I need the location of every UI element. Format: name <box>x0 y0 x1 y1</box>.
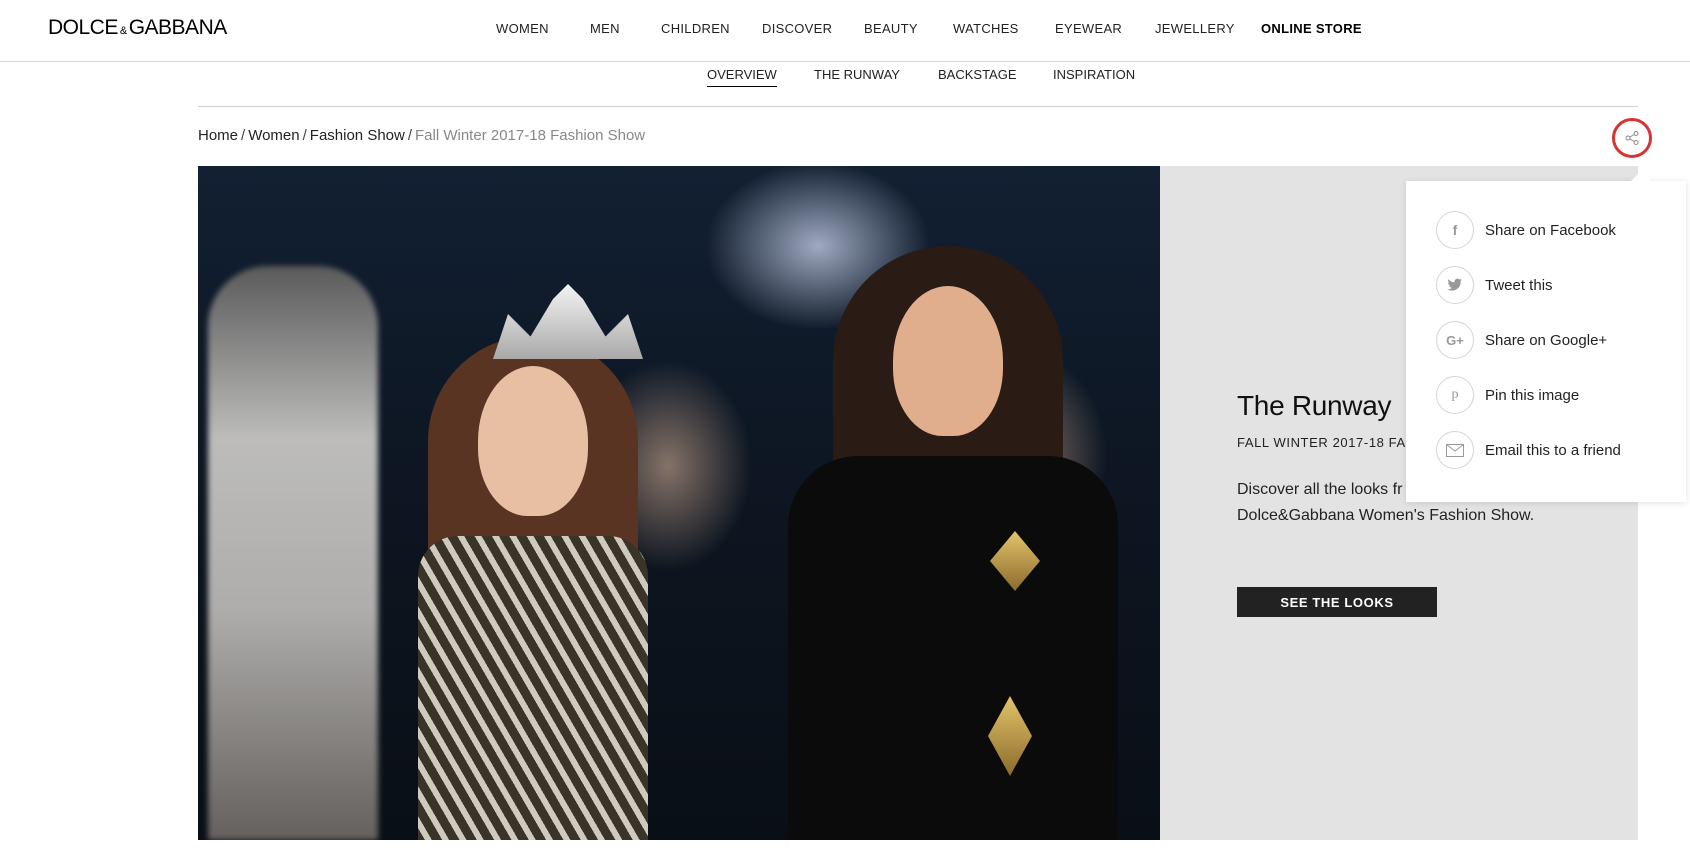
share-email-label: Email this to a friend <box>1485 441 1621 459</box>
model-face <box>478 366 588 516</box>
runway-subtitle: FALL WINTER 2017-18 FAS <box>1237 435 1407 450</box>
nav-item-discover[interactable]: DISCOVER <box>762 21 832 36</box>
tab-overview[interactable]: OVERVIEW <box>707 67 777 87</box>
model-right-figure <box>758 226 1138 840</box>
breadcrumb-separator: / <box>407 127 413 144</box>
share-icon <box>1625 131 1639 145</box>
nav-item-watches[interactable]: WATCHES <box>953 21 1019 36</box>
tab-the-runway[interactable]: THE RUNWAY <box>814 67 900 86</box>
see-the-looks-button[interactable]: SEE THE LOOKS <box>1237 587 1437 617</box>
share-facebook-label: Share on Facebook <box>1485 221 1616 239</box>
breadcrumb-separator: / <box>302 127 307 144</box>
twitter-icon <box>1436 266 1474 304</box>
tab-backstage[interactable]: BACKSTAGE <box>938 67 1017 86</box>
nav-item-children[interactable]: CHILDREN <box>661 21 730 36</box>
tab-inspiration[interactable]: INSPIRATION <box>1053 67 1135 86</box>
pinterest-icon: p <box>1436 376 1474 414</box>
breadcrumb-current: Fall Winter 2017-18 Fashion Show <box>415 127 646 144</box>
breadcrumb-women[interactable]: Women <box>248 127 299 144</box>
share-google-button[interactable]: G+ Share on Google+ <box>1436 321 1607 359</box>
nav-item-eyewear[interactable]: EYEWEAR <box>1055 21 1122 36</box>
share-pinterest-button[interactable]: p Pin this image <box>1436 376 1579 414</box>
nav-item-beauty[interactable]: BEAUTY <box>864 21 918 36</box>
zebra-dress <box>418 536 648 840</box>
facebook-icon: f <box>1436 211 1474 249</box>
nav-item-online-store[interactable]: ONLINE STORE <box>1261 21 1362 36</box>
breadcrumb: Home / Women / Fashion Show / Fall Winter 2017… <box>198 127 645 144</box>
google-plus-icon: G+ <box>1436 321 1474 359</box>
share-twitter-label: Tweet this <box>1485 276 1553 294</box>
main-nav: WOMEN MEN CHILDREN DISCOVER BEAUTY WATCH… <box>0 0 1690 61</box>
share-google-label: Share on Google+ <box>1485 331 1608 349</box>
share-twitter-button[interactable]: Tweet this <box>1436 266 1553 304</box>
share-popup: f Share on Facebook Tweet this G+ Share … <box>1406 171 1686 502</box>
background-model-figure <box>208 266 378 840</box>
model-left-figure <box>368 266 698 840</box>
share-pinterest-label: Pin this image <box>1485 386 1580 404</box>
nav-item-jewellery[interactable]: JEWELLERY <box>1155 21 1235 36</box>
share-email-button[interactable]: Email this to a friend <box>1436 431 1621 469</box>
nav-item-women[interactable]: WOMEN <box>496 21 549 36</box>
breadcrumb-separator: / <box>241 127 246 144</box>
black-coat <box>788 456 1118 840</box>
site-header: DOLCE &GABBANA WOMEN MEN CHILDREN DISCOVE… <box>0 0 1690 62</box>
nav-item-men[interactable]: MEN <box>590 21 620 36</box>
divider <box>198 106 1638 107</box>
model-face <box>893 286 1003 436</box>
email-icon <box>1436 431 1474 469</box>
crown <box>493 284 643 359</box>
breadcrumb-fashion-show[interactable]: Fashion Show <box>310 127 405 144</box>
runway-hero-image <box>198 166 1160 840</box>
popup-caret <box>1630 171 1652 182</box>
share-button[interactable] <box>1612 118 1652 158</box>
breadcrumb-home[interactable]: Home <box>198 127 238 144</box>
share-facebook-button[interactable]: f Share on Facebook <box>1436 211 1616 249</box>
runway-title: The Runway <box>1237 390 1392 421</box>
